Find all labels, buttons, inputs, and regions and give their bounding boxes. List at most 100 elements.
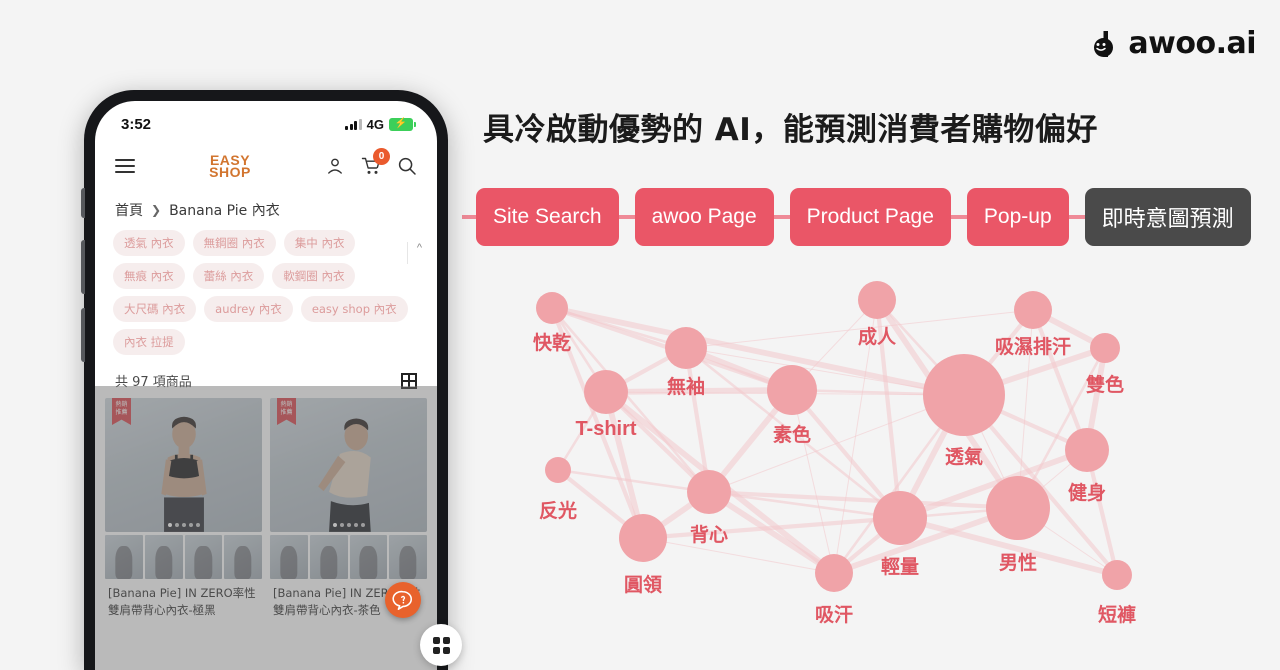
network-type-label: 4G xyxy=(366,116,384,132)
graph-node[interactable] xyxy=(1014,291,1052,329)
graph-node[interactable] xyxy=(815,554,853,592)
breadcrumb-home[interactable]: 首頁 xyxy=(115,200,143,220)
graph-node-label: T-shirt xyxy=(575,418,637,440)
graph-node[interactable] xyxy=(1090,333,1120,363)
product-card[interactable]: 熱銷 推薦 [Banana Pie] IN ZERO率性雙肩帶背心內衣-極黑 xyxy=(105,398,262,618)
app-grid-icon[interactable] xyxy=(420,624,462,666)
graph-node[interactable] xyxy=(858,281,896,319)
product-thumbnail-strip[interactable] xyxy=(270,535,427,579)
graph-node[interactable] xyxy=(687,470,731,514)
graph-node-label: 快乾 xyxy=(532,332,572,354)
graph-node-label: 男性 xyxy=(998,552,1038,574)
tag-chip[interactable]: 無鋼圈 內衣 xyxy=(192,230,276,256)
graph-node[interactable] xyxy=(665,327,707,369)
product-count-label: 共 97 項商品 xyxy=(115,375,192,390)
graph-node-label: 輕量 xyxy=(880,556,920,578)
easyshop-logo[interactable]: EASY SHOP xyxy=(145,153,315,180)
graph-node[interactable] xyxy=(619,514,667,562)
cart-icon[interactable]: 0 xyxy=(361,148,390,176)
graph-node-label: 健身 xyxy=(1067,482,1107,504)
graph-node-label: 吸濕排汗 xyxy=(994,336,1072,358)
flow-connector xyxy=(950,215,967,219)
tag-cloud: 透氣 內衣 無鋼圈 內衣 集中 內衣無痕 內衣 蕾絲 內衣 軟鋼圈 內衣大尺碼 內衣 au… xyxy=(95,224,437,365)
graph-node[interactable] xyxy=(536,292,568,324)
awoo-logo[interactable]: awoo.ai xyxy=(1083,26,1256,61)
phone-volume-down-button[interactable] xyxy=(81,308,85,362)
tag-chip[interactable]: 透氣 內衣 xyxy=(113,230,185,256)
tag-chip[interactable]: audrey 內衣 xyxy=(204,296,293,322)
product-thumbnail[interactable] xyxy=(105,535,143,579)
product-thumbnail[interactable] xyxy=(270,535,308,579)
product-badge: 熱銷 推薦 xyxy=(277,398,296,425)
flow-step-site-search[interactable]: Site Search xyxy=(476,188,619,246)
graph-node-label: 成人 xyxy=(857,326,897,348)
product-thumbnail[interactable] xyxy=(349,535,388,579)
breadcrumb-current: Banana Pie 內衣 xyxy=(169,203,280,219)
page-root: awoo.ai 具冷啟動優勢的 AI，能預測消費者購物偏好 Site Searc… xyxy=(0,0,1280,670)
product-badge: 熱銷 推薦 xyxy=(112,398,131,425)
search-icon[interactable] xyxy=(397,156,417,176)
hamburger-menu-icon[interactable] xyxy=(115,159,135,173)
graph-node-label: 圓領 xyxy=(623,574,663,596)
breadcrumb: 首頁 ❯ Banana Pie 內衣 xyxy=(95,191,437,224)
product-thumbnail-strip[interactable] xyxy=(105,535,262,579)
graph-node-label: 透氣 xyxy=(944,446,984,468)
product-thumbnail[interactable] xyxy=(309,535,348,579)
graph-node-label: 吸汗 xyxy=(814,604,854,626)
image-carousel-dots[interactable] xyxy=(167,523,200,527)
product-image[interactable]: 熱銷 推薦 xyxy=(270,398,427,532)
phone-screen: 3:52 4G ⚡ EASY SHOP 0 首頁 ❯ Banana Pie 內衣… xyxy=(95,101,437,670)
tag-chip[interactable]: 集中 內衣 xyxy=(283,230,356,256)
tag-network-graph: 快乾 無袖 成人 吸濕排汗 雙色 T-shirt 素色 透氣 反光 背心 圓領 健身 輕量 男性 吸汗 短褲 xyxy=(460,270,1270,630)
graph-node[interactable] xyxy=(767,365,817,415)
tag-chip[interactable]: 內衣 拉提 xyxy=(113,329,185,355)
graph-node-label: 素色 xyxy=(772,424,812,446)
flow-step-awoo-page[interactable]: awoo Page xyxy=(634,188,774,246)
product-title[interactable]: [Banana Pie] IN ZERO率性雙肩帶背心內衣-極黑 xyxy=(105,579,262,618)
tag-chip[interactable]: 無痕 內衣 xyxy=(113,263,185,289)
cart-count-badge: 0 xyxy=(373,148,390,165)
chevron-up-icon[interactable]: ^ xyxy=(407,242,423,264)
phone-mute-button[interactable] xyxy=(81,188,85,218)
app-header-actions: 0 xyxy=(325,148,417,176)
flow-step-realtime-intent[interactable]: 即時意圖預測 xyxy=(1084,188,1251,246)
graph-node[interactable] xyxy=(584,370,628,414)
graph-node[interactable] xyxy=(1065,428,1109,472)
easyshop-logo-line2: SHOP xyxy=(209,164,251,180)
phone-mockup: 3:52 4G ⚡ EASY SHOP 0 首頁 ❯ Banana Pie 內衣… xyxy=(81,90,462,670)
chat-help-icon[interactable] xyxy=(385,582,421,618)
graph-node-label: 雙色 xyxy=(1085,374,1125,396)
breadcrumb-separator-icon: ❯ xyxy=(151,203,162,217)
tag-chip[interactable]: 蕾絲 內衣 xyxy=(192,263,265,289)
product-thumbnail[interactable] xyxy=(389,535,427,579)
model-photo xyxy=(160,416,207,532)
product-image[interactable]: 熱銷 推薦 xyxy=(105,398,262,532)
product-thumbnail[interactable] xyxy=(224,535,262,579)
signal-bars-icon xyxy=(345,118,362,130)
status-indicators: 4G ⚡ xyxy=(345,116,416,132)
phone-volume-up-button[interactable] xyxy=(81,240,85,294)
graph-node[interactable] xyxy=(986,476,1050,540)
graph-node[interactable] xyxy=(873,491,927,545)
tag-chip[interactable]: 大尺碼 內衣 xyxy=(113,296,197,322)
person-icon[interactable] xyxy=(325,156,345,176)
flow-connector xyxy=(773,215,790,219)
tag-chip[interactable]: 軟鋼圈 內衣 xyxy=(272,263,356,289)
awoo-logo-text: awoo.ai xyxy=(1128,26,1256,61)
awoo-a-mark-icon xyxy=(1083,27,1117,61)
tag-list: 透氣 內衣 無鋼圈 內衣 集中 內衣無痕 內衣 蕾絲 內衣 軟鋼圈 內衣大尺碼 內衣 au… xyxy=(113,230,419,355)
flow-step-popup[interactable]: Pop-up xyxy=(966,188,1069,246)
graph-node[interactable] xyxy=(923,354,1005,436)
graph-node[interactable] xyxy=(1102,560,1132,590)
app-header: EASY SHOP 0 xyxy=(95,141,437,191)
graph-node[interactable] xyxy=(545,457,571,483)
flow-step-product-page[interactable]: Product Page xyxy=(789,188,951,246)
product-thumbnail[interactable] xyxy=(144,535,183,579)
image-carousel-dots[interactable] xyxy=(332,523,365,527)
tag-chip[interactable]: easy shop 內衣 xyxy=(300,296,408,322)
graph-node-label: 背心 xyxy=(689,524,729,546)
graph-node-label: 短褲 xyxy=(1097,604,1137,626)
grid-view-icon[interactable] xyxy=(401,372,417,389)
status-time: 3:52 xyxy=(121,115,152,133)
product-thumbnail[interactable] xyxy=(184,535,223,579)
